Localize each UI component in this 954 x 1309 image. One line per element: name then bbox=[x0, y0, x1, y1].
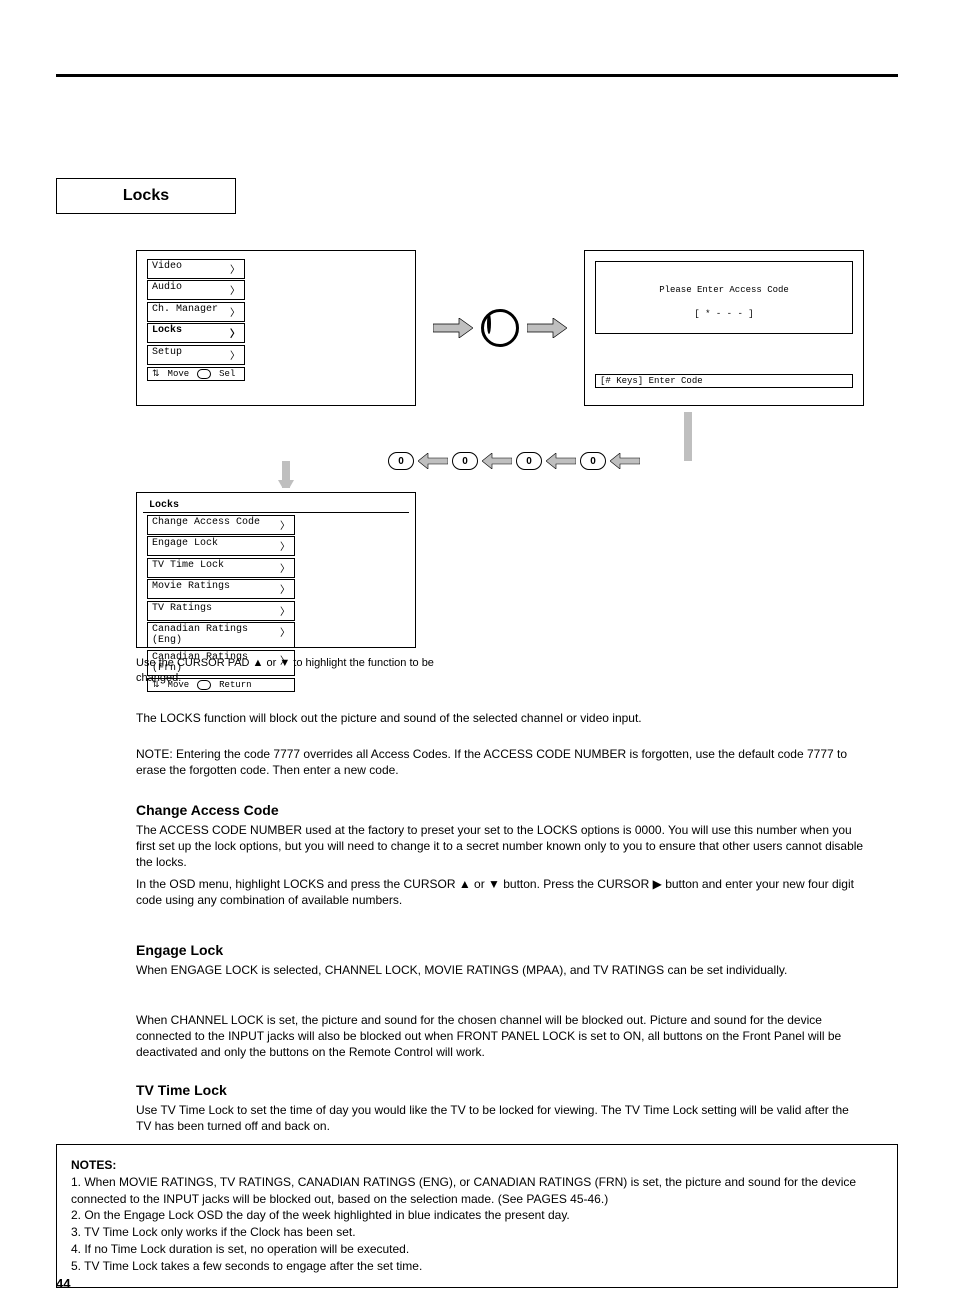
osd-locks-menu: Locks Change Access Code〉 Engage Lock〉 T… bbox=[136, 492, 416, 648]
osd-main-menu: Video〉 Audio〉 Ch. Manager〉 Locks〉 Setup〉… bbox=[136, 250, 416, 406]
osd-item-canadian-eng: Canadian Ratings (Eng)〉 bbox=[147, 622, 295, 648]
zero-key-icon: 0 bbox=[516, 452, 542, 470]
osd-code-panel: Please Enter Access Code [ * - - - ] bbox=[595, 261, 853, 334]
arrow-left-icon bbox=[418, 452, 448, 470]
arrow-right-icon bbox=[433, 318, 473, 338]
zero-key-icon: 0 bbox=[388, 452, 414, 470]
arrow-right-icon bbox=[527, 318, 567, 338]
zero-key-icon: 0 bbox=[452, 452, 478, 470]
notes-line-5: 5. TV Time Lock takes a few seconds to e… bbox=[71, 1258, 883, 1275]
osd-item-change-access-code: Change Access Code〉 bbox=[147, 515, 295, 535]
chevron-right-icon: 〉 bbox=[280, 517, 290, 533]
chevron-right-icon: 〉 bbox=[230, 304, 240, 320]
osd-code-prompt: Please Enter Access Code bbox=[600, 285, 848, 295]
notes-title: NOTES: bbox=[71, 1157, 883, 1174]
subhead-engage-lock: Engage Lock bbox=[136, 942, 223, 958]
body-engage-p1: When ENGAGE LOCK is selected, CHANNEL LO… bbox=[136, 962, 864, 978]
chevron-right-icon: 〉 bbox=[230, 261, 240, 277]
flow-middle: 0 0 0 0 bbox=[136, 412, 864, 488]
flow-arrow-1 bbox=[416, 250, 584, 406]
osd-item-tv-ratings: TV Ratings〉 bbox=[147, 601, 295, 621]
section-title-box: Locks bbox=[56, 178, 236, 214]
body-change-p2: In the OSD menu, highlight LOCKS and pre… bbox=[136, 876, 864, 908]
arrow-left-icon bbox=[482, 452, 512, 470]
notes-line-1: 1. When MOVIE RATINGS, TV RATINGS, CANAD… bbox=[71, 1174, 883, 1208]
body-change-p1: The ACCESS CODE NUMBER used at the facto… bbox=[136, 822, 864, 871]
osd-access-code: Please Enter Access Code [ * - - - ] [# … bbox=[584, 250, 864, 406]
osd-item-engage-lock: Engage Lock〉 bbox=[147, 536, 295, 556]
page-number: 44 bbox=[56, 1276, 70, 1291]
chevron-right-icon: 〉 bbox=[230, 347, 240, 363]
body-engage-p2: When CHANNEL LOCK is set, the picture an… bbox=[136, 1012, 864, 1061]
body-tvtime-p1: Use TV Time Lock to set the time of day … bbox=[136, 1102, 864, 1134]
osd-locks-wrap: Locks Change Access Code〉 Engage Lock〉 T… bbox=[136, 492, 416, 648]
osd-item-audio: Audio〉 bbox=[147, 280, 245, 300]
arrow-left-icon bbox=[546, 452, 576, 470]
body-intro: The LOCKS function will block out the pi… bbox=[136, 710, 864, 726]
chevron-right-icon: 〉 bbox=[280, 581, 290, 597]
updown-icon: ⇅ bbox=[152, 369, 160, 379]
chevron-right-icon: 〉 bbox=[230, 282, 240, 298]
osd-item-setup: Setup〉 bbox=[147, 345, 245, 365]
flow-connector bbox=[136, 412, 864, 488]
notes-line-2: 2. On the Engage Lock OSD the day of the… bbox=[71, 1207, 883, 1224]
arrow-left-icon bbox=[610, 452, 640, 470]
page-top-rule bbox=[56, 74, 898, 77]
chevron-right-icon: 〉 bbox=[280, 538, 290, 554]
osd-main-footer: ⇅Move Sel bbox=[147, 367, 245, 381]
body-override-note: NOTE: Entering the code 7777 overrides a… bbox=[136, 746, 864, 778]
osd-item-tv-time-lock: TV Time Lock〉 bbox=[147, 558, 295, 578]
zero-key-sequence: 0 0 0 0 bbox=[388, 452, 640, 470]
select-ring-icon bbox=[481, 309, 519, 347]
select-icon bbox=[197, 369, 211, 379]
osd-item-ch-manager: Ch. Manager〉 bbox=[147, 302, 245, 322]
chevron-right-icon: 〉 bbox=[230, 325, 240, 341]
chevron-right-icon: 〉 bbox=[280, 624, 290, 646]
figure-row-1: Video〉 Audio〉 Ch. Manager〉 Locks〉 Setup〉… bbox=[136, 250, 864, 406]
notes-line-4: 4. If no Time Lock duration is set, no o… bbox=[71, 1241, 883, 1258]
osd-code-hint: [# Keys] Enter Code bbox=[595, 374, 853, 388]
figure-caption: Use the CURSOR PAD ▲ or ▼ to highlight t… bbox=[136, 656, 436, 686]
chevron-right-icon: 〉 bbox=[280, 603, 290, 619]
osd-item-movie-ratings: Movie Ratings〉 bbox=[147, 579, 295, 599]
notes-box: NOTES: 1. When MOVIE RATINGS, TV RATINGS… bbox=[56, 1144, 898, 1288]
osd-code-mask: [ * - - - ] bbox=[600, 309, 848, 319]
notes-line-3: 3. TV Time Lock only works if the Clock … bbox=[71, 1224, 883, 1241]
section-title: Locks bbox=[123, 187, 169, 205]
osd-locks-title: Locks bbox=[143, 499, 409, 513]
subhead-change-access-code: Change Access Code bbox=[136, 802, 279, 818]
zero-key-icon: 0 bbox=[580, 452, 606, 470]
subhead-tv-time-lock: TV Time Lock bbox=[136, 1082, 227, 1098]
osd-item-locks: Locks〉 bbox=[147, 323, 245, 343]
osd-item-video: Video〉 bbox=[147, 259, 245, 279]
chevron-right-icon: 〉 bbox=[280, 560, 290, 576]
